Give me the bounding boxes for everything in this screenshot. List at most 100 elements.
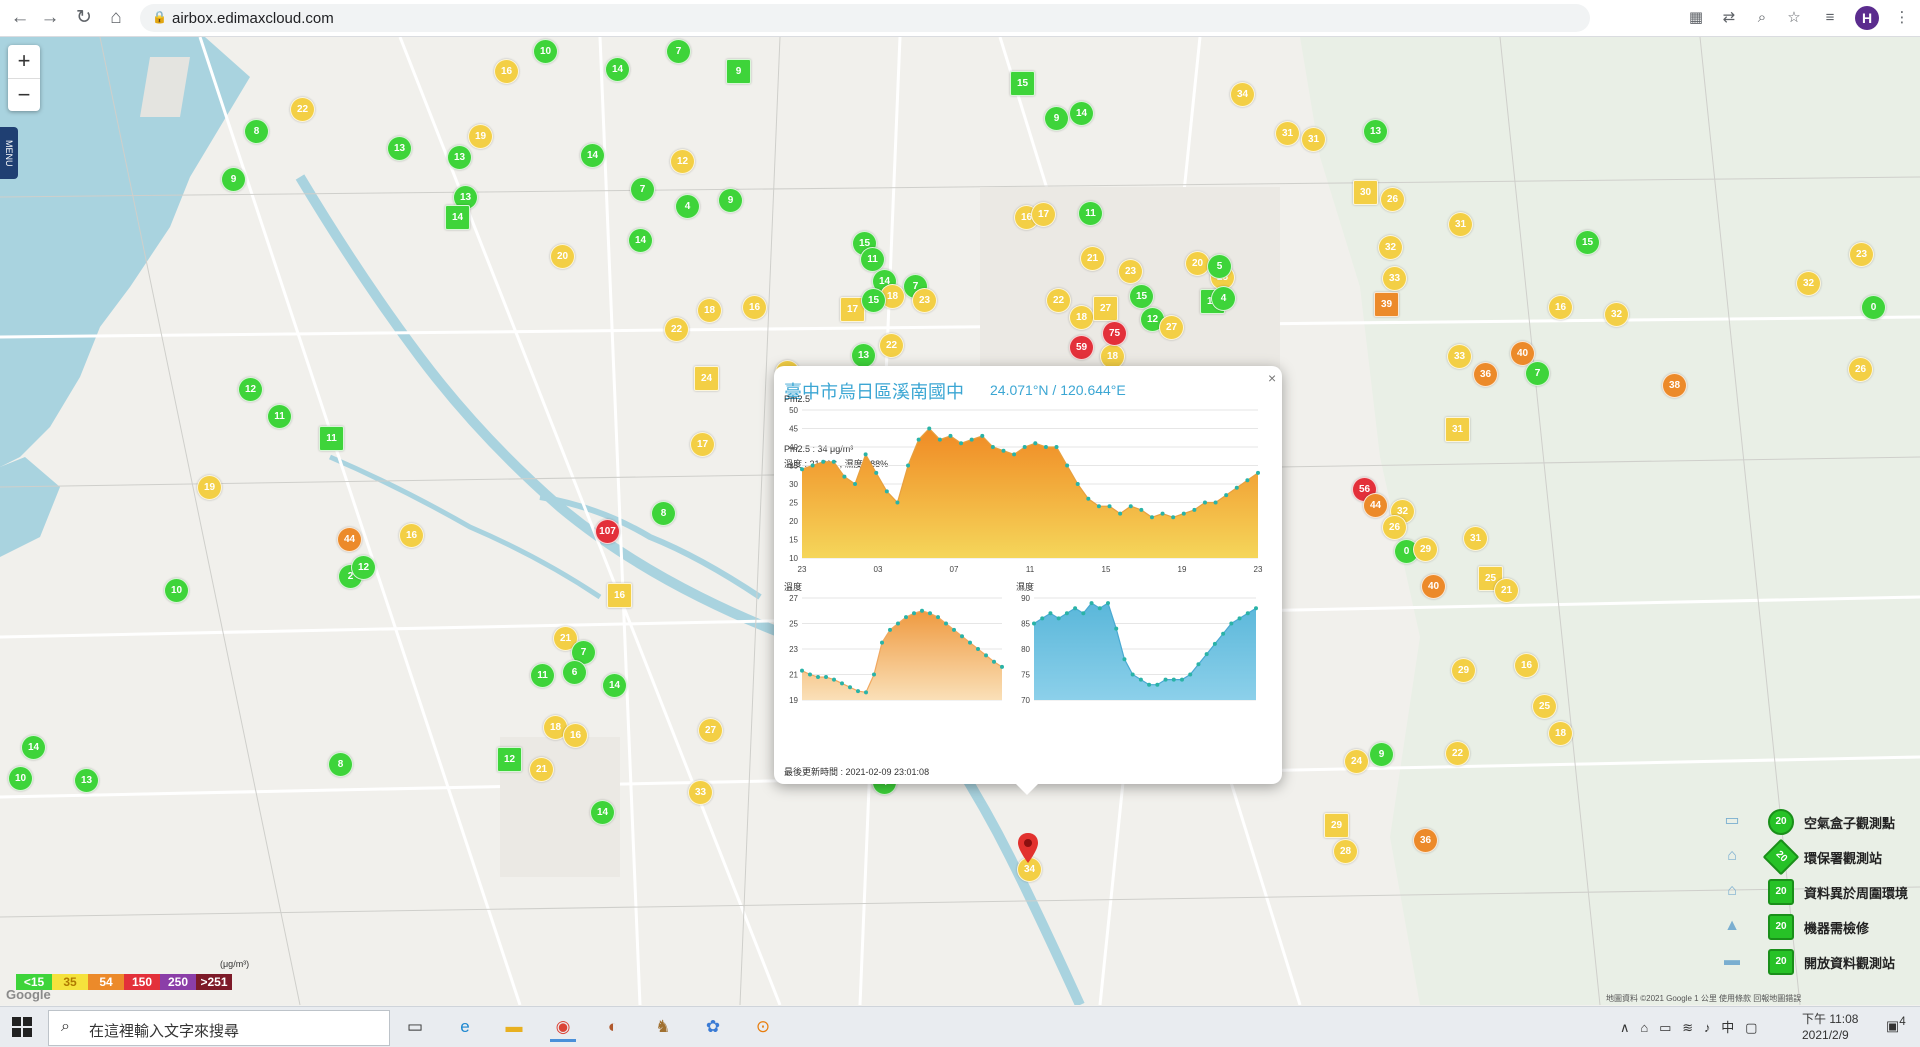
pm25-station-marker[interactable]: 40 [1421, 574, 1446, 599]
pm25-station-marker[interactable]: 4 [1211, 286, 1236, 311]
pm25-station-marker[interactable]: 22 [1445, 741, 1470, 766]
pm25-station-marker[interactable]: 13 [447, 145, 472, 170]
pm25-station-marker[interactable]: 18 [1548, 721, 1573, 746]
pm25-station-marker[interactable]: 7 [666, 39, 691, 64]
translate-icon[interactable]: ⇄ [1719, 8, 1739, 28]
pm25-station-marker[interactable]: 33 [688, 780, 713, 805]
pm25-station-marker[interactable]: 9 [221, 167, 246, 192]
pm25-station-marker[interactable]: 14 [1069, 101, 1094, 126]
pm25-station-marker[interactable]: 21 [529, 757, 554, 782]
pm25-station-marker[interactable]: 59 [1069, 335, 1094, 360]
pm25-station-marker[interactable]: 19 [468, 124, 493, 149]
pm25-station-marker[interactable]: 8 [651, 501, 676, 526]
pm25-station-marker[interactable]: 36 [1413, 828, 1438, 853]
pm25-station-marker[interactable]: 44 [1363, 493, 1388, 518]
pm25-station-marker[interactable]: 75 [1102, 321, 1127, 346]
pm25-station-marker[interactable]: 14 [602, 673, 627, 698]
pm25-station-marker[interactable]: 20 [550, 244, 575, 269]
pm25-station-marker[interactable]: 13 [1363, 119, 1388, 144]
pm25-station-marker[interactable]: 26 [1380, 187, 1405, 212]
pm25-station-marker[interactable]: 11 [1078, 201, 1103, 226]
pm25-station-marker[interactable]: 36 [1473, 362, 1498, 387]
pm25-station-marker[interactable]: 14 [605, 57, 630, 82]
pm25-station-marker[interactable]: 14 [445, 205, 470, 230]
pm25-station-marker[interactable]: 24 [694, 366, 719, 391]
pm25-station-marker[interactable]: 24 [1344, 749, 1369, 774]
pm25-station-marker[interactable]: 16 [563, 723, 588, 748]
pm25-station-marker[interactable]: 29 [1324, 813, 1349, 838]
pm25-station-marker[interactable]: 21 [1494, 578, 1519, 603]
pm25-station-marker[interactable]: 39 [1374, 292, 1399, 317]
edge-browser-icon[interactable]: e [452, 1015, 478, 1039]
pm25-station-marker[interactable]: 17 [690, 432, 715, 457]
pm25-station-marker[interactable]: 22 [879, 333, 904, 358]
pm25-station-marker[interactable]: 107 [595, 519, 620, 544]
pm25-station-marker[interactable]: 5 [1207, 254, 1232, 279]
pm25-station-marker[interactable]: 32 [1378, 235, 1403, 260]
clock-date[interactable]: 2021/2/9 [1802, 1028, 1849, 1042]
map-attribution[interactable]: 地圖資料 ©2021 Google 1 公里 使用條款 回報地圖錯誤 [1606, 993, 1801, 1004]
reading-list-icon[interactable]: ≡ [1820, 8, 1840, 28]
pm25-station-marker[interactable]: 15 [1575, 230, 1600, 255]
chevron-up-icon[interactable]: ∧ [1620, 1020, 1630, 1035]
pm25-station-marker[interactable]: 16 [607, 583, 632, 608]
pm25-station-marker[interactable]: 12 [238, 377, 263, 402]
pm25-station-marker[interactable]: 26 [1848, 357, 1873, 382]
qr-code-icon[interactable]: ▦ [1686, 8, 1706, 28]
pm25-station-marker[interactable]: 34 [1230, 82, 1255, 107]
pm25-station-marker[interactable]: 11 [530, 663, 555, 688]
file-explorer-icon[interactable]: ▬ [501, 1015, 527, 1039]
pm25-station-marker[interactable]: 31 [1301, 127, 1326, 152]
pm25-station-marker[interactable]: 13 [387, 136, 412, 161]
pm25-station-marker[interactable]: 44 [337, 527, 362, 552]
pm25-station-marker[interactable]: 33 [1447, 344, 1472, 369]
pm25-station-marker[interactable]: 9 [1369, 742, 1394, 767]
zoom-out-button[interactable]: − [8, 79, 40, 112]
profile-avatar[interactable]: H [1855, 6, 1879, 30]
pm25-station-marker[interactable]: 26 [1382, 515, 1407, 540]
pm25-station-marker[interactable]: 7 [1525, 361, 1550, 386]
pm25-station-marker[interactable]: 29 [1413, 537, 1438, 562]
network-icon[interactable]: ⌂ [1640, 1020, 1648, 1035]
pm25-station-marker[interactable]: 23 [1849, 242, 1874, 267]
system-tray[interactable]: ∧ ⌂ ▭ ≋ ♪ 中 ▢ [1620, 1017, 1757, 1036]
reload-icon[interactable]: ↻ [72, 6, 96, 30]
pm25-station-marker[interactable]: 9 [726, 59, 751, 84]
battery-icon[interactable]: ▭ [1659, 1020, 1671, 1035]
pm25-station-marker[interactable]: 6 [562, 660, 587, 685]
home-icon[interactable]: ⌂ [104, 6, 128, 30]
pm25-station-marker[interactable]: 0 [1861, 295, 1886, 320]
pm25-station-marker[interactable]: 14 [580, 143, 605, 168]
ime-mode-icon[interactable]: ▢ [1745, 1020, 1757, 1035]
clock-time[interactable]: 下午 11:08 [1802, 1010, 1858, 1027]
pm25-station-marker[interactable]: 15 [861, 288, 886, 313]
pm25-station-marker[interactable]: 16 [1514, 653, 1539, 678]
pm25-station-marker[interactable]: 13 [851, 343, 876, 368]
pm25-station-marker[interactable]: 10 [8, 766, 33, 791]
pm25-station-marker[interactable]: 32 [1604, 302, 1629, 327]
pm25-station-marker[interactable]: 27 [698, 718, 723, 743]
pm25-station-marker[interactable]: 28 [1333, 839, 1358, 864]
pm25-station-marker[interactable]: 13 [74, 768, 99, 793]
pm25-station-marker[interactable]: 10 [533, 39, 558, 64]
pm25-station-marker[interactable]: 15 [1129, 284, 1154, 309]
pm25-station-marker[interactable]: 18 [1069, 305, 1094, 330]
pm25-station-marker[interactable]: 16 [1548, 295, 1573, 320]
zoom-in-button[interactable]: + [8, 45, 40, 79]
pm25-station-marker[interactable]: 16 [494, 59, 519, 84]
back-arrow-icon[interactable]: ← [8, 6, 32, 30]
pm25-station-marker[interactable]: 22 [664, 317, 689, 342]
pm25-station-marker[interactable]: 11 [319, 426, 344, 451]
pm25-station-marker[interactable]: 12 [670, 149, 695, 174]
pm25-station-marker[interactable]: 22 [1046, 288, 1071, 313]
pm25-station-marker[interactable]: 16 [399, 523, 424, 548]
app-network-icon[interactable]: ✿ [700, 1015, 726, 1039]
pm25-station-marker[interactable]: 17 [1031, 202, 1056, 227]
pm25-station-marker[interactable]: 31 [1445, 417, 1470, 442]
pm25-station-marker[interactable]: 9 [718, 188, 743, 213]
pm25-station-marker[interactable]: 29 [1451, 658, 1476, 683]
pm25-station-marker[interactable]: 21 [1080, 246, 1105, 271]
zoom-icon[interactable]: ⌕ [1752, 8, 1772, 28]
location-pin-icon[interactable] [1018, 833, 1038, 863]
forward-arrow-icon[interactable]: → [38, 6, 62, 30]
